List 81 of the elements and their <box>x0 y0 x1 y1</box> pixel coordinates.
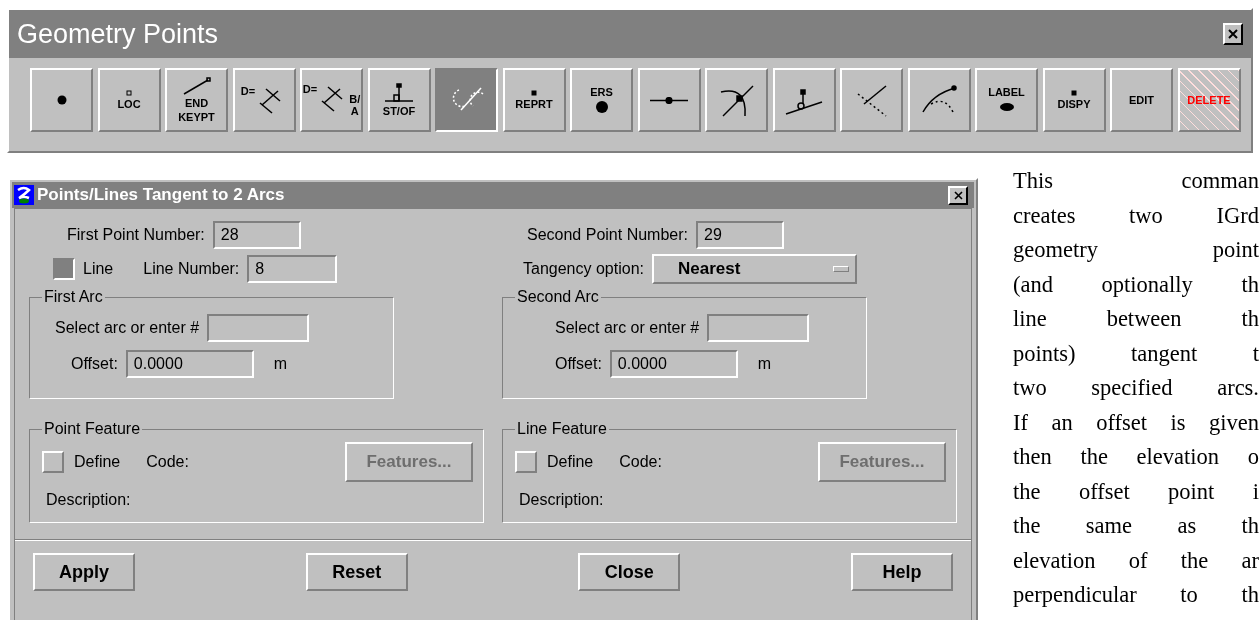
dot-icon <box>998 100 1015 114</box>
field-label: First Point Number: <box>67 225 205 245</box>
app-logo-icon <box>14 185 34 205</box>
description-text: (and optionally th <box>1013 270 1259 299</box>
dialog-title: Points/Lines Tangent to 2 Arcs <box>37 184 285 207</box>
tool-label: A <box>349 105 360 117</box>
field-label: Define <box>547 452 594 472</box>
description-text: the offset point i <box>1013 477 1259 506</box>
text-field[interactable]: 29 <box>696 221 784 249</box>
tool-button[interactable]: LOC <box>97 68 161 132</box>
close-icon <box>953 190 963 200</box>
tool-label: ERS <box>590 86 613 98</box>
description-text: elevation of the ar <box>1013 546 1259 575</box>
text-field[interactable]: 0.0000 <box>125 350 254 378</box>
text-field[interactable]: 28 <box>212 221 301 249</box>
tool-label: LABEL <box>988 86 1025 98</box>
field-label: Second Point Number: <box>527 225 688 245</box>
tool-label: REPRT <box>515 98 553 110</box>
tool-button[interactable]: ST/OF <box>367 68 431 132</box>
checkbox[interactable] <box>53 258 75 280</box>
dot-icon <box>593 100 610 114</box>
description-text: two specified arcs. <box>1013 374 1259 402</box>
tool-button[interactable]: DISPY <box>1042 68 1106 132</box>
dialog-button[interactable]: Close <box>578 553 681 591</box>
field-label: Description: <box>45 490 132 510</box>
tool-button[interactable]: EDIT <box>1110 68 1173 132</box>
dot-icon <box>56 95 67 105</box>
field-label: Select arc or enter # <box>55 318 200 338</box>
tool-button[interactable]: REPRT <box>502 68 566 132</box>
tool-button[interactable]: ERS <box>570 68 633 132</box>
tangency-dropdown[interactable]: Nearest <box>652 254 857 284</box>
tool-label: DELETE <box>1187 94 1231 106</box>
tool-button[interactable]: D= <box>232 68 296 132</box>
text-field[interactable] <box>207 314 310 342</box>
description-text: perpendicular to th <box>1013 581 1259 609</box>
description-text: geometry point <box>1013 236 1259 264</box>
field-label: Line <box>83 259 114 279</box>
tool-label: END <box>184 97 209 109</box>
description-text: points) tangent t <box>1013 339 1259 368</box>
line-point-icon <box>649 96 689 104</box>
field-label: Code: <box>619 452 662 472</box>
text-field[interactable]: 8 <box>247 255 338 283</box>
field-label: Code: <box>146 452 189 472</box>
tool-button[interactable]: LABEL <box>975 68 1038 132</box>
field-label: Define <box>74 452 121 472</box>
description-text: creates two IGrd <box>1013 201 1259 230</box>
field-label: Description: <box>518 490 605 510</box>
dialog-button[interactable]: Help <box>850 553 953 591</box>
tool-label: D= <box>302 83 318 95</box>
dialog-button[interactable]: Reset <box>305 553 408 591</box>
window-title: Geometry Points <box>17 17 219 51</box>
text-field[interactable] <box>707 314 810 342</box>
tool-button[interactable]: D= B/ A <box>300 68 363 132</box>
tool-label: B/ <box>349 93 361 105</box>
close-icon <box>1228 29 1238 39</box>
description-text: This comman <box>1013 167 1259 195</box>
tool-button[interactable]: END KEYPT <box>165 68 228 132</box>
option-menu-icon <box>833 266 849 272</box>
tool-label: ST/OF <box>382 105 416 117</box>
field-label: Tangency option: <box>523 259 644 279</box>
description-text: then the elevation o <box>1013 443 1259 471</box>
field-label: m <box>273 354 288 374</box>
tool-label: KEYPT <box>178 111 215 123</box>
line-icon <box>181 77 212 95</box>
field-label: Offset: <box>71 354 118 374</box>
close-button[interactable] <box>1223 23 1243 45</box>
tool-label: EDIT <box>1128 94 1155 106</box>
description-text: the same as th <box>1013 512 1259 540</box>
field-label: Offset: <box>555 354 602 374</box>
description-text: If an offset is given <box>1013 408 1259 437</box>
tool-label: LOC <box>117 98 141 110</box>
field-label: Line Number: <box>143 259 240 279</box>
field-label: Select arc or enter # <box>555 318 700 338</box>
tool-label: D= <box>240 85 256 97</box>
text-field[interactable]: 0.0000 <box>609 350 738 378</box>
close-button[interactable] <box>948 185 968 205</box>
field-label: m <box>757 354 772 374</box>
dialog-button[interactable]: Apply <box>33 553 135 591</box>
description-text: line between th <box>1013 305 1259 333</box>
station-offset-icon <box>383 83 415 103</box>
tool-label: DISPY <box>1057 98 1091 110</box>
